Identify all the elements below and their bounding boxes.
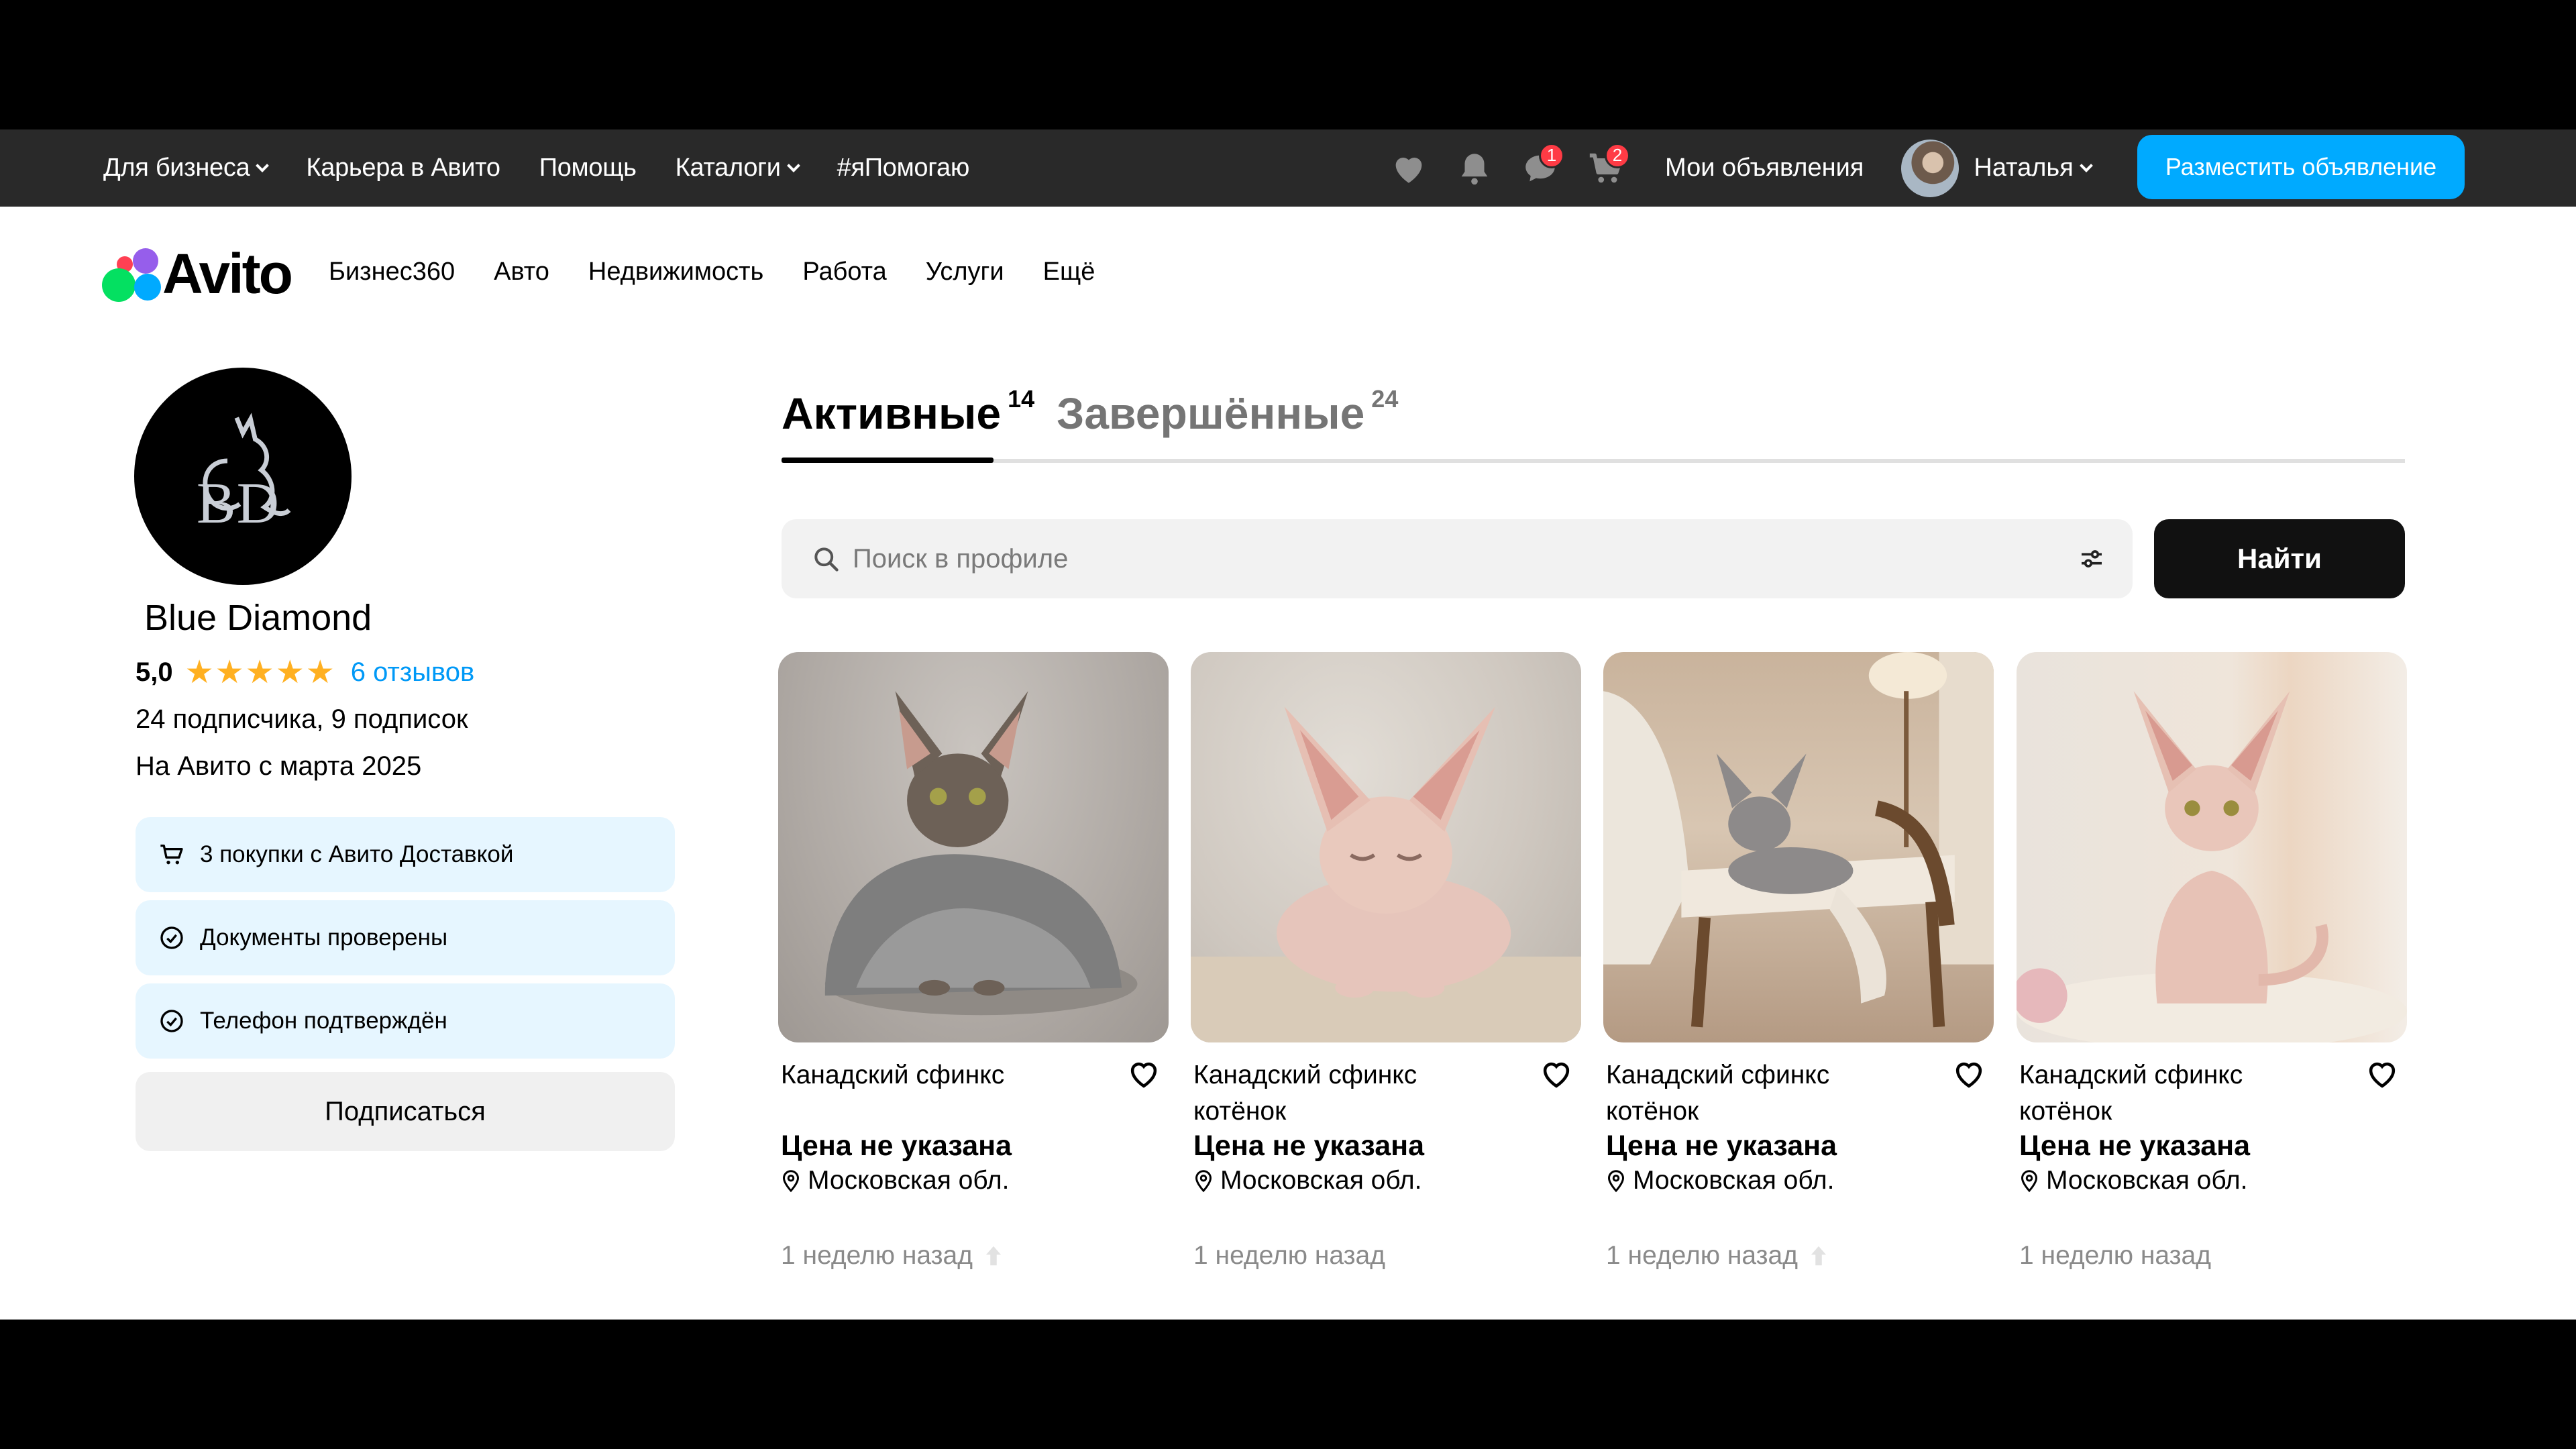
chevron-down-icon — [256, 158, 270, 172]
chevron-down-icon — [786, 158, 800, 172]
listing-card[interactable]: Канадский сфинкс котёнок Цена не указана… — [2017, 652, 2407, 1270]
nav-catalogs[interactable]: Каталоги — [676, 154, 800, 182]
listing-card[interactable]: Канадский сфинкс котёнок Цена не указана… — [1191, 652, 1581, 1270]
listing-tabs: Активные 14 Завершённые 24 — [782, 385, 2405, 463]
listing-card[interactable]: Канадский сфинкс котёнок Цена не указана… — [1603, 652, 1994, 1270]
listing-price: Цена не указана — [781, 1130, 1012, 1162]
category-real-estate[interactable]: Недвижимость — [588, 258, 763, 286]
cat-logo-icon: B D — [197, 413, 291, 535]
listing-price: Цена не указана — [1193, 1130, 1424, 1162]
heart-outline-icon[interactable] — [1951, 1056, 1987, 1092]
listing-title[interactable]: Канадский сфинкс котёнок — [2019, 1057, 2341, 1130]
category-services[interactable]: Услуги — [926, 258, 1004, 286]
badge-deliveries: 3 покупки с Авито Доставкой — [136, 817, 675, 892]
listing-title[interactable]: Канадский сфинкс котёнок — [1193, 1057, 1515, 1130]
avito-logo[interactable]: Avito — [102, 241, 303, 306]
listing-price: Цена не указана — [2019, 1130, 2250, 1162]
reviews-link[interactable]: 6 отзывов — [351, 657, 474, 688]
messages-badge: 1 — [1539, 142, 1564, 168]
category-business360[interactable]: Бизнес360 — [329, 258, 455, 286]
rating-score: 5,0 — [136, 657, 173, 687]
listing-photo[interactable] — [2017, 652, 2407, 1042]
listing-date: 1 неделю назад — [1606, 1241, 1831, 1271]
listing-location: Московская обл. — [1606, 1166, 1835, 1195]
svg-text:D: D — [237, 470, 279, 535]
top-actions: 1 2 Мои объявления Наталья — [1389, 129, 2093, 207]
location-pin-icon — [1607, 1170, 1625, 1193]
badge-documents: Документы проверены — [136, 900, 675, 975]
subscribers-count[interactable]: 24 подписчика, 9 подписок — [136, 704, 468, 735]
category-jobs[interactable]: Работа — [802, 258, 886, 286]
search-icon — [814, 547, 839, 572]
find-button[interactable]: Найти — [2154, 519, 2405, 598]
rating-stars: ★★★★★ — [184, 655, 336, 690]
profile-avatar: B D — [134, 368, 352, 585]
cart-badge: 2 — [1605, 142, 1630, 168]
nav-help[interactable]: Помощь — [539, 154, 637, 182]
heart-outline-icon[interactable] — [1126, 1056, 1162, 1092]
category-more[interactable]: Ещё — [1043, 258, 1095, 286]
tab-finished[interactable]: Завершённые 24 — [1057, 385, 1399, 439]
my-ads-link[interactable]: Мои объявления — [1665, 154, 1864, 182]
cart-icon[interactable]: 2 — [1586, 142, 1630, 189]
nav-for-business[interactable]: Для бизнеса — [103, 154, 270, 182]
profile-name: Blue Diamond — [144, 598, 372, 638]
letterbox-top — [0, 0, 2576, 129]
user-menu[interactable]: Наталья — [1901, 139, 2093, 197]
listing-photo[interactable] — [778, 652, 1169, 1042]
listing-location: Московская обл. — [2019, 1166, 2248, 1195]
location-pin-icon — [782, 1170, 800, 1193]
raise-arrow-icon — [1811, 1246, 1827, 1266]
profile-rating: 5,0 ★★★★★ 6 отзывов — [136, 653, 474, 691]
logo-dots-icon — [102, 247, 161, 302]
listing-card[interactable]: Канадский сфинкс Цена не указана Московс… — [778, 652, 1169, 1270]
raise-arrow-icon — [985, 1246, 1002, 1266]
nav-ya-pomogayu[interactable]: #яПомогаю — [837, 154, 970, 182]
chevron-down-icon — [2079, 158, 2093, 172]
listing-date: 1 неделю назад — [781, 1241, 1006, 1271]
member-since: На Авито с марта 2025 — [136, 751, 422, 781]
check-circle-icon — [160, 1010, 183, 1032]
listing-photo[interactable] — [1191, 652, 1581, 1042]
logo-text: Avito — [162, 241, 293, 305]
tab-finished-count: 24 — [1371, 385, 1399, 413]
nav-career[interactable]: Карьера в Авито — [306, 154, 500, 182]
letterbox-bottom — [0, 1320, 2576, 1449]
chat-icon[interactable]: 1 — [1520, 142, 1564, 189]
heart-outline-icon[interactable] — [1538, 1056, 1574, 1092]
badge-phone: Телефон подтверждён — [136, 983, 675, 1059]
check-circle-icon — [160, 926, 183, 949]
cart-icon — [160, 845, 183, 865]
listing-title[interactable]: Канадский сфинкс — [781, 1057, 1103, 1093]
bell-icon[interactable] — [1454, 148, 1495, 189]
avatar — [1901, 139, 1960, 197]
listing-date: 1 неделю назад — [2019, 1241, 2212, 1270]
listing-location: Московская обл. — [1193, 1166, 1422, 1195]
location-pin-icon — [1195, 1170, 1212, 1193]
filter-icon[interactable] — [2078, 545, 2106, 572]
top-nav: Для бизнеса Карьера в Авито Помощь Катал… — [103, 129, 1008, 207]
tab-active-count: 14 — [1008, 385, 1035, 413]
tab-active[interactable]: Активные 14 — [782, 385, 1035, 439]
svg-text:B: B — [197, 470, 235, 535]
search-input[interactable] — [853, 543, 1993, 574]
user-name: Наталья — [1974, 154, 2074, 182]
profile-search — [782, 519, 2133, 598]
listing-date: 1 неделю назад — [1193, 1241, 1386, 1270]
heart-icon[interactable] — [1389, 148, 1429, 189]
location-pin-icon — [2021, 1170, 2038, 1193]
post-ad-button[interactable]: Разместить объявление — [2137, 135, 2465, 199]
heart-outline-icon[interactable] — [2364, 1056, 2400, 1092]
listing-location: Московская обл. — [781, 1166, 1010, 1195]
listing-price: Цена не указана — [1606, 1130, 1837, 1162]
category-auto[interactable]: Авто — [494, 258, 549, 286]
tab-underline — [782, 458, 994, 463]
category-nav: Бизнес360 Авто Недвижимость Работа Услуг… — [329, 258, 1134, 286]
subscribe-button[interactable]: Подписаться — [136, 1072, 675, 1151]
listing-title[interactable]: Канадский сфинкс котёнок — [1606, 1057, 1928, 1130]
listing-photo[interactable] — [1603, 652, 1994, 1042]
page-content: Avito Бизнес360 Авто Недвижимость Работа… — [0, 207, 2576, 1320]
